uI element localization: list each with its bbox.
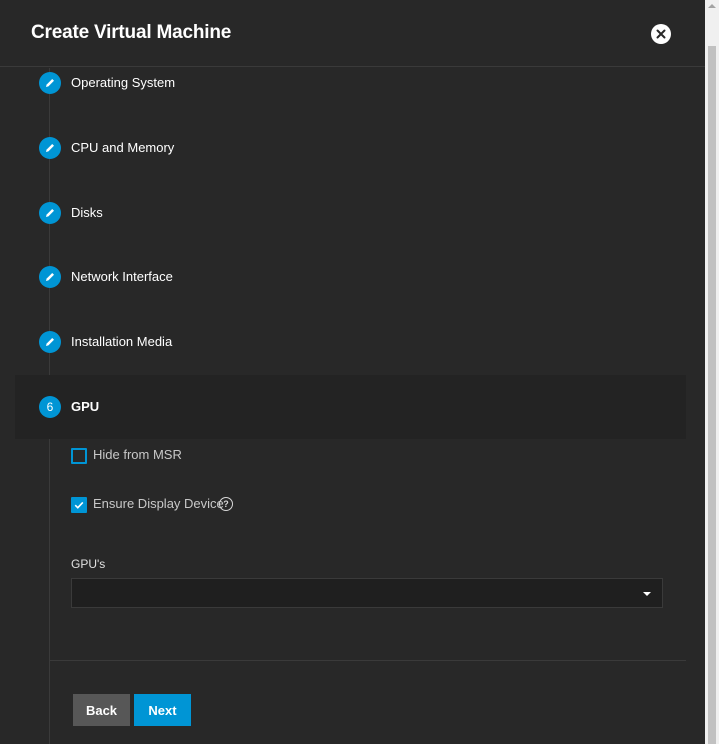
gpus-select[interactable] <box>71 578 663 608</box>
step-number-badge: 6 <box>39 396 61 418</box>
step-gpu[interactable]: 6 GPU <box>0 392 705 422</box>
hide-from-msr-checkbox[interactable] <box>71 448 87 464</box>
vertical-scrollbar[interactable] <box>705 0 719 744</box>
hide-from-msr-label: Hide from MSR <box>93 447 182 462</box>
dialog-title: Create Virtual Machine <box>31 22 232 43</box>
create-vm-dialog: Create Virtual Machine Operating System … <box>0 0 705 744</box>
pencil-icon <box>39 137 61 159</box>
pencil-icon <box>39 331 61 353</box>
check-icon <box>74 501 84 509</box>
next-button[interactable]: Next <box>134 694 191 726</box>
close-icon <box>656 29 666 39</box>
step-disks[interactable]: Disks <box>0 198 705 228</box>
step-label: CPU and Memory <box>71 140 175 155</box>
step-cpu-and-memory[interactable]: CPU and Memory <box>0 133 705 163</box>
scrollbar-thumb[interactable] <box>708 46 716 744</box>
pencil-icon <box>39 202 61 224</box>
step-operating-system[interactable]: Operating System <box>0 68 705 98</box>
back-button[interactable]: Back <box>73 694 130 726</box>
step-label: Network Interface <box>71 269 173 284</box>
help-icon[interactable]: ? <box>219 497 233 511</box>
step-network-interface[interactable]: Network Interface <box>0 262 705 292</box>
close-button[interactable] <box>651 24 671 44</box>
ensure-display-device-checkbox[interactable] <box>71 497 87 513</box>
dropdown-arrow-icon <box>643 592 651 596</box>
pencil-icon <box>39 266 61 288</box>
dialog-header: Create Virtual Machine <box>0 0 705 67</box>
step-label: Installation Media <box>71 334 173 349</box>
gpus-label: GPU's <box>71 557 106 571</box>
divider <box>49 660 686 661</box>
scroll-up-arrow-icon[interactable] <box>708 4 716 8</box>
pencil-icon <box>39 72 61 94</box>
step-label: Disks <box>71 205 103 220</box>
ensure-display-device-label: Ensure Display Device <box>93 496 224 511</box>
step-installation-media[interactable]: Installation Media <box>0 327 705 357</box>
step-label: Operating System <box>71 75 176 90</box>
step-label: GPU <box>71 399 100 414</box>
